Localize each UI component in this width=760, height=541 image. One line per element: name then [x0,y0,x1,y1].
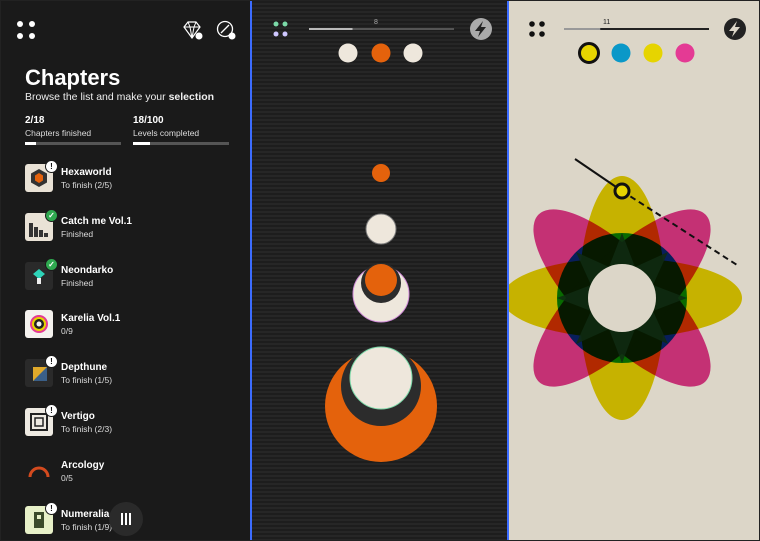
app-window: Chapters Browse the list and make your s… [0,0,760,541]
menu-grid-icon[interactable] [529,21,545,37]
chapters-finished-stat: 2/18 Chapters finished [25,115,121,145]
cyan-swatch[interactable] [611,43,631,63]
flower-shape [509,176,742,420]
yellow-swatch[interactable] [643,43,663,63]
chapter-status: 0/5 [61,472,73,483]
in-progress-badge: ! [45,404,58,417]
cream-swatch[interactable] [403,43,423,63]
chapter-name: Vertigo [61,411,95,422]
chapter-status: Finished [61,277,94,288]
menu-grid-icon[interactable] [273,21,288,37]
chapter-name: Arcology [61,459,105,471]
chapter-name: Depthune [61,362,108,374]
diamond-icon[interactable] [181,19,203,41]
chapter-name: Numeralia [61,508,110,520]
chapter-name: Neondarko [61,264,114,276]
chapter-item-hexaworld[interactable]: ! Hexaworld To finish (2/5) [25,160,245,194]
chapter-item-arcology[interactable]: Arcology 0/5 [25,456,245,487]
page-subtitle: Browse the list and make your selection [25,91,215,103]
chapter-item-catchme[interactable]: ✓ Catch me Vol.1 Finished [25,208,245,243]
orange-swatch[interactable] [371,43,391,63]
chapter-item-karelia[interactable]: Karelia Vol.1 0/9 [25,310,245,340]
chapter-item-neondarko[interactable]: ✓ Neondarko Finished [25,257,245,292]
in-progress-badge: ! [45,160,58,173]
pause-button[interactable] [109,502,143,536]
chapter-item-depthune[interactable]: ! Depthune To finish (1/5) [25,355,245,389]
chapter-status: To finish (1/5) [61,375,113,386]
chapter-status: 0/9 [61,326,73,337]
laser-handle[interactable] [613,182,631,200]
target-shape [325,164,437,462]
in-progress-badge: ! [45,501,58,515]
large-cream-circle[interactable] [349,346,413,410]
in-progress-badge: ! [45,355,58,369]
finished-badge: ✓ [45,257,58,271]
small-cream-circle [365,213,397,245]
level-screen-flower: 11 [509,1,759,540]
chapter-name: Karelia Vol.1 [61,313,121,325]
progress-bar [25,142,121,145]
center-hole [588,264,656,332]
lightning-icon[interactable] [470,18,492,40]
chapter-name: Hexaworld [61,167,112,178]
yellow-swatch[interactable] [578,42,600,64]
lightning-icon[interactable] [724,18,746,40]
chapter-status: Finished [61,228,94,239]
cream-swatch[interactable] [338,43,358,63]
finished-badge: ✓ [45,208,58,222]
karelia-thumbnail [25,310,53,339]
arcology-thumbnail [25,456,53,485]
level-canvas[interactable]: 11 [509,1,759,540]
color-swatches [578,42,695,64]
chapters-panel: Chapters Browse the list and make your s… [1,1,250,540]
chapter-status: To finish (1/9) [61,521,113,532]
level-number: 11 [603,19,610,26]
chapter-name: Catch me Vol.1 [61,215,132,227]
medium-orange-circle [365,264,397,296]
compass-icon[interactable] [215,19,237,41]
chapter-status: To finish (2/3) [61,424,113,434]
menu-grid-icon[interactable] [17,21,37,41]
level-number: 8 [374,19,378,26]
magenta-swatch[interactable] [675,43,695,63]
chapter-status: To finish (2/5) [61,180,113,190]
level-canvas[interactable]: 8 [252,1,507,540]
color-swatches [338,43,423,63]
page-title: Chapters [25,65,121,90]
chapter-item-vertigo[interactable]: ! Vertigo To finish (2/3) [25,404,245,438]
level-screen-orange: 8 [252,1,507,540]
levels-completed-stat: 18/100 Levels completed [133,115,229,145]
progress-bar [133,142,229,145]
small-orange-circle [372,164,390,182]
